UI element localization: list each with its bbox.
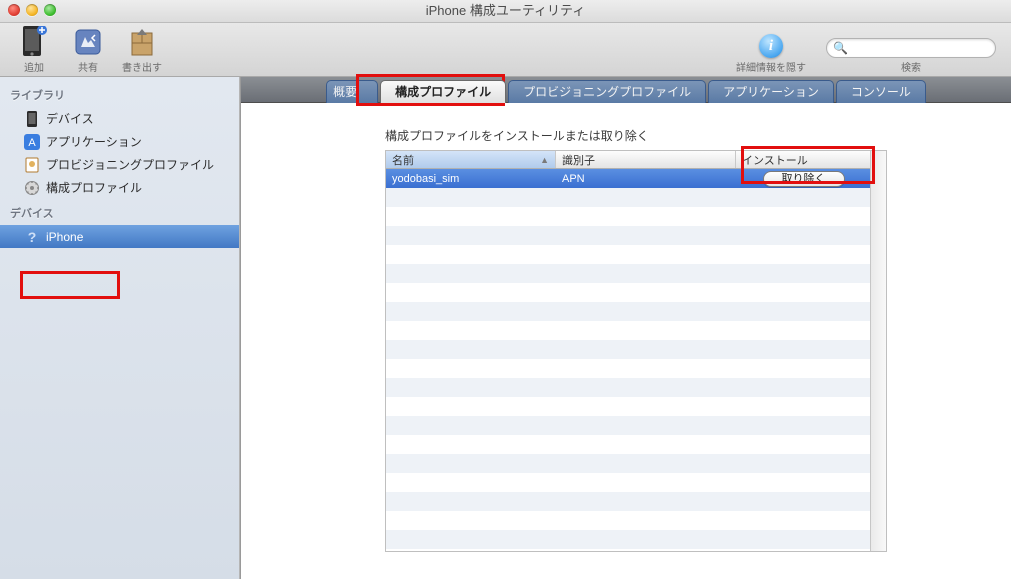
sidebar-section-devices: デバイス xyxy=(0,199,239,225)
content-body: 構成プロファイルをインストールまたは取り除く 名前 ▲ 識別子 インストール xyxy=(241,103,1011,579)
device-icon xyxy=(24,111,40,127)
window-close-button[interactable] xyxy=(8,4,20,16)
sidebar-item-label: プロビジョニングプロファイル xyxy=(46,156,214,173)
tab-config-profile[interactable]: 構成プロファイル xyxy=(380,80,506,103)
cell-action: 取り除く xyxy=(736,171,871,187)
toolbar-info-label: 詳細情報を隠す xyxy=(736,59,806,74)
toolbar-add-label: 追加 xyxy=(24,59,44,74)
table-row-empty xyxy=(386,454,871,473)
tab-console[interactable]: コンソール xyxy=(836,80,926,103)
table-row-empty xyxy=(386,226,871,245)
toolbar-add-button[interactable]: 追加 xyxy=(10,26,58,74)
search-input[interactable] xyxy=(826,38,996,58)
toolbar-share-button[interactable]: 共有 xyxy=(64,26,112,74)
sidebar-item-label: アプリケーション xyxy=(46,133,142,150)
table-row-empty xyxy=(386,473,871,492)
toolbar: 追加 共有 書き出す i 詳細情報を隠す 🔍 検索 xyxy=(0,23,1011,77)
sidebar-item-devices[interactable]: デバイス xyxy=(0,107,239,130)
toolbar-info-button[interactable]: i 詳細情報を隠す xyxy=(731,34,811,74)
toolbar-search-label: 検索 xyxy=(901,59,921,74)
table-row-empty xyxy=(386,340,871,359)
column-label: インストール xyxy=(742,152,808,168)
sidebar-item-applications[interactable]: A アプリケーション xyxy=(0,130,239,153)
svg-text:A: A xyxy=(28,137,36,149)
sidebar-item-provisioning[interactable]: プロビジョニングプロファイル xyxy=(0,153,239,176)
content-area: 概要 構成プロファイル プロビジョニングプロファイル アプリケーション コンソー… xyxy=(240,77,1011,579)
tab-label: コンソール xyxy=(851,85,911,99)
table-row-empty xyxy=(386,245,871,264)
tab-bar: 概要 構成プロファイル プロビジョニングプロファイル アプリケーション コンソー… xyxy=(241,77,1011,103)
sidebar: ライブラリ デバイス A アプリケーション プロビジョニングプロファイル 構成プ… xyxy=(0,77,240,579)
provisioning-icon xyxy=(24,157,40,173)
export-icon xyxy=(126,26,158,58)
window-zoom-button[interactable] xyxy=(44,4,56,16)
sidebar-item-label: 構成プロファイル xyxy=(46,179,142,196)
toolbar-export-label: 書き出す xyxy=(122,59,162,74)
table-row-empty xyxy=(386,302,871,321)
tab-label: アプリケーション xyxy=(723,85,819,99)
profile-table: 名前 ▲ 識別子 インストール yodobasi_sim APN xyxy=(385,150,887,552)
sort-ascending-icon: ▲ xyxy=(540,155,549,165)
table-row-empty xyxy=(386,207,871,226)
toolbar-export-button[interactable]: 書き出す xyxy=(118,26,166,74)
table-row-empty xyxy=(386,492,871,511)
column-header-install[interactable]: インストール xyxy=(736,151,871,168)
content-description: 構成プロファイルをインストールまたは取り除く xyxy=(385,127,987,144)
sidebar-item-iphone[interactable]: ? iPhone xyxy=(0,225,239,248)
remove-button[interactable]: 取り除く xyxy=(763,171,845,187)
tab-label: 概要 xyxy=(333,85,357,99)
info-icon: i xyxy=(759,34,783,58)
cell-id: APN xyxy=(556,173,736,185)
tab-provisioning[interactable]: プロビジョニングプロファイル xyxy=(508,80,706,103)
tab-applications[interactable]: アプリケーション xyxy=(708,80,834,103)
scrollbar[interactable] xyxy=(870,151,886,551)
table-header: 名前 ▲ 識別子 インストール xyxy=(386,151,871,169)
sidebar-section-library: ライブラリ xyxy=(0,81,239,107)
toolbar-search: 🔍 検索 xyxy=(821,38,1001,74)
table-row-empty xyxy=(386,511,871,530)
table-row-empty xyxy=(386,264,871,283)
column-label: 識別子 xyxy=(562,152,595,168)
table-row-empty xyxy=(386,416,871,435)
table-row-empty xyxy=(386,188,871,207)
toolbar-share-label: 共有 xyxy=(78,59,98,74)
column-header-id[interactable]: 識別子 xyxy=(556,151,736,168)
config-profile-icon xyxy=(24,180,40,196)
table-row[interactable]: yodobasi_sim APN 取り除く xyxy=(386,169,871,188)
column-header-name[interactable]: 名前 ▲ xyxy=(386,151,556,168)
tab-overview[interactable]: 概要 xyxy=(326,80,378,103)
tab-label: プロビジョニングプロファイル xyxy=(523,85,691,99)
share-icon xyxy=(72,26,104,58)
table-row-empty xyxy=(386,359,871,378)
table-row-empty xyxy=(386,530,871,549)
table-body: yodobasi_sim APN 取り除く xyxy=(386,169,871,552)
app-icon: A xyxy=(24,134,40,150)
table-row-empty xyxy=(386,378,871,397)
annotation-highlight xyxy=(20,271,120,299)
table-row-empty xyxy=(386,283,871,302)
cell-name: yodobasi_sim xyxy=(386,173,556,185)
sidebar-item-config-profile[interactable]: 構成プロファイル xyxy=(0,176,239,199)
window-title: iPhone 構成ユーティリティ xyxy=(426,3,586,18)
column-label: 名前 xyxy=(392,152,414,168)
iphone-add-icon xyxy=(18,26,50,58)
table-row-empty xyxy=(386,435,871,454)
table-row-empty xyxy=(386,397,871,416)
tab-label: 構成プロファイル xyxy=(395,85,491,99)
table-row-empty xyxy=(386,321,871,340)
sidebar-item-label: iPhone xyxy=(46,230,83,244)
unknown-device-icon: ? xyxy=(24,229,40,245)
window-minimize-button[interactable] xyxy=(26,4,38,16)
titlebar: iPhone 構成ユーティリティ xyxy=(0,0,1011,23)
sidebar-item-label: デバイス xyxy=(46,110,94,127)
